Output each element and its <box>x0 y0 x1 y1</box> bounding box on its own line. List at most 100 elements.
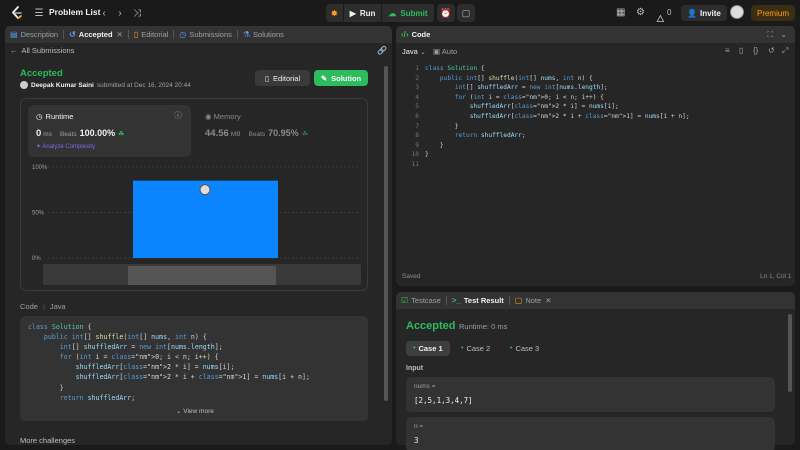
tab-test-result[interactable]: >_ Test Result <box>447 292 509 309</box>
memory-chip-icon: ◉ <box>205 112 212 121</box>
left-scrollbar[interactable] <box>384 61 388 441</box>
editorial-button[interactable]: ▯ Editorial <box>255 70 310 86</box>
code-icon: ‹/› <box>401 30 409 39</box>
bookmark-icon[interactable]: ▯ <box>739 46 743 55</box>
add-user-icon: 👤 <box>687 8 697 18</box>
beats-badge-icon: ☘ <box>301 131 308 138</box>
clock-icon: ◷ <box>179 30 187 39</box>
language-select[interactable]: Java ⌄ <box>402 47 426 56</box>
format-icon[interactable]: ≡ <box>725 46 730 55</box>
tab-editorial[interactable]: ▯ Editorial <box>129 26 174 43</box>
line-number-gutter: 1 2 3 4 5 6 7 8 9 10 11 <box>411 65 419 168</box>
case-tab-3[interactable]: • Case 3 <box>503 341 546 356</box>
test-runtime: Runtime: 0 ms <box>459 322 508 331</box>
beats-badge-icon: ☘ <box>118 131 125 138</box>
avatar <box>199 184 211 196</box>
note-icon: ▢ <box>461 7 471 18</box>
author-name[interactable]: Deepak Kumar Saini <box>31 82 94 89</box>
cursor-position: Ln 1, Col 1 <box>760 273 792 280</box>
tab-solutions[interactable]: ⚗ Solutions <box>238 26 289 43</box>
run-submit-group: ✸ ▶ Run ☁ Submit <box>326 4 435 22</box>
history-icon: ↺ <box>69 30 76 39</box>
expand-icon[interactable]: ⤢ <box>782 46 788 56</box>
description-icon: ▤ <box>10 30 18 39</box>
input-var-nums: nums = [2,5,1,3,4,7] <box>406 377 775 412</box>
code-section-label: Code | Java <box>20 302 66 311</box>
fire-streak-icon[interactable]: 🜂 <box>656 7 665 28</box>
tab-note[interactable]: ▢ Note ✕ <box>510 292 557 309</box>
view-more-button[interactable]: ⌄ View more <box>176 407 214 415</box>
invite-button[interactable]: 👤 Invite <box>681 5 727 21</box>
reset-icon[interactable]: ↺ <box>768 46 775 55</box>
scroll-thumb[interactable] <box>384 66 388 401</box>
submit-button[interactable]: ☁ Submit <box>382 4 434 22</box>
memory-title[interactable]: ◉ Memory <box>205 112 241 121</box>
gear-icon[interactable]: ⚙ <box>636 7 645 18</box>
checkbox-icon: ☑ <box>401 296 409 305</box>
arrow-left-icon: ← <box>10 46 18 55</box>
sparkle-icon: ✦ <box>36 144 42 150</box>
runtime-value: 0 ms Beats 100.00% ☘ <box>36 128 125 139</box>
timer-button[interactable]: ⏰ <box>437 4 455 22</box>
auto-mode-toggle[interactable]: ▣ Auto <box>433 47 457 56</box>
flask-icon: ⚗ <box>242 30 251 39</box>
runtime-distribution-chart: 100% 50% 0% <box>32 165 361 285</box>
y-tick-label: 100% <box>32 165 48 171</box>
tab-code[interactable]: ‹/› Code <box>396 26 435 43</box>
chevron-down-icon: ⌄ <box>419 49 426 56</box>
close-icon[interactable]: ✕ <box>545 296 551 305</box>
run-button[interactable]: ▶ Run <box>343 4 382 22</box>
edit-icon: ✎ <box>320 73 328 83</box>
y-tick-label: 50% <box>32 211 45 217</box>
tab-description[interactable]: ▤ Description <box>5 26 63 43</box>
submission-status: Accepted <box>20 68 63 79</box>
case-tab-2[interactable]: • Case 2 <box>454 341 497 356</box>
submitted-code-block[interactable]: class Solution { public int[] shuffle(in… <box>20 316 368 421</box>
range-slider-window[interactable] <box>128 266 276 285</box>
submitted-time: submitted at Dec 16, 2024 20:44 <box>96 81 191 89</box>
bug-icon: ✸ <box>331 8 338 18</box>
lock-icon: ▣ <box>433 47 441 56</box>
premium-button[interactable]: Premium <box>751 5 795 21</box>
book-icon: ▯ <box>133 30 139 39</box>
close-icon[interactable]: ✕ <box>117 30 123 39</box>
input-var-n: n = 3 <box>406 417 775 450</box>
leetcode-logo-icon[interactable] <box>10 6 24 20</box>
left-tab-bar: ▤ Description ↺ Accepted ✕ ▯ Editorial ◷ Subm… <box>5 26 392 43</box>
avatar[interactable] <box>730 5 744 19</box>
more-challenges-heading: More challenges <box>20 436 76 445</box>
book-icon: ▯ <box>264 73 270 83</box>
tab-accepted[interactable]: ↺ Accepted ✕ <box>64 26 128 43</box>
play-icon: ▶ <box>349 8 356 18</box>
prev-problem-icon[interactable]: ‹ <box>98 7 110 19</box>
chevron-down-icon: ⌄ <box>176 408 182 415</box>
problem-list-link[interactable]: Problem List <box>49 7 100 17</box>
layout-icon[interactable]: ▦ <box>616 7 625 18</box>
code-editor[interactable]: class Solution { public int[] shuffle(in… <box>425 64 690 160</box>
solution-button[interactable]: ✎ Solution <box>314 70 368 86</box>
notes-button[interactable]: ▢ <box>457 4 475 22</box>
shuffle-icon[interactable]: ⤨ <box>131 7 143 19</box>
case-tab-1[interactable]: • Case 1 <box>406 341 450 356</box>
share-link-icon[interactable]: 🔗 <box>377 46 387 55</box>
problem-list-icon[interactable]: ☰ <box>33 7 45 19</box>
debug-button[interactable]: ✸ <box>326 4 343 22</box>
top-bar: ☰ Problem List ‹ › ⤨ ✸ ▶ Run ☁ Submit ⏰ ▢ … <box>0 0 800 26</box>
all-submissions-link[interactable]: ← All Submissions <box>10 46 74 55</box>
avatar[interactable] <box>20 81 28 89</box>
tab-testcase[interactable]: ☑ Testcase <box>396 292 446 309</box>
info-icon[interactable]: ⓘ <box>174 110 182 121</box>
chevron-down-icon[interactable]: ⌄ <box>780 30 787 39</box>
y-tick-label: 0% <box>32 256 41 262</box>
braces-icon[interactable]: {} <box>753 46 758 55</box>
analyze-complexity-link[interactable]: ✦ Analyze Complexity <box>36 143 95 150</box>
next-problem-icon[interactable]: › <box>114 7 126 19</box>
save-status: Saved <box>402 273 421 280</box>
submission-author-row: Deepak Kumar Saini submitted at Dec 16, … <box>20 81 191 89</box>
note-icon: ▢ <box>514 296 523 305</box>
maximize-icon[interactable]: ⛶ <box>767 30 773 40</box>
right-scrollbar[interactable] <box>788 312 792 442</box>
scroll-thumb[interactable] <box>788 314 792 392</box>
tab-submissions[interactable]: ◷ Submissions <box>174 26 237 43</box>
pass-dot-icon: • <box>510 345 513 352</box>
